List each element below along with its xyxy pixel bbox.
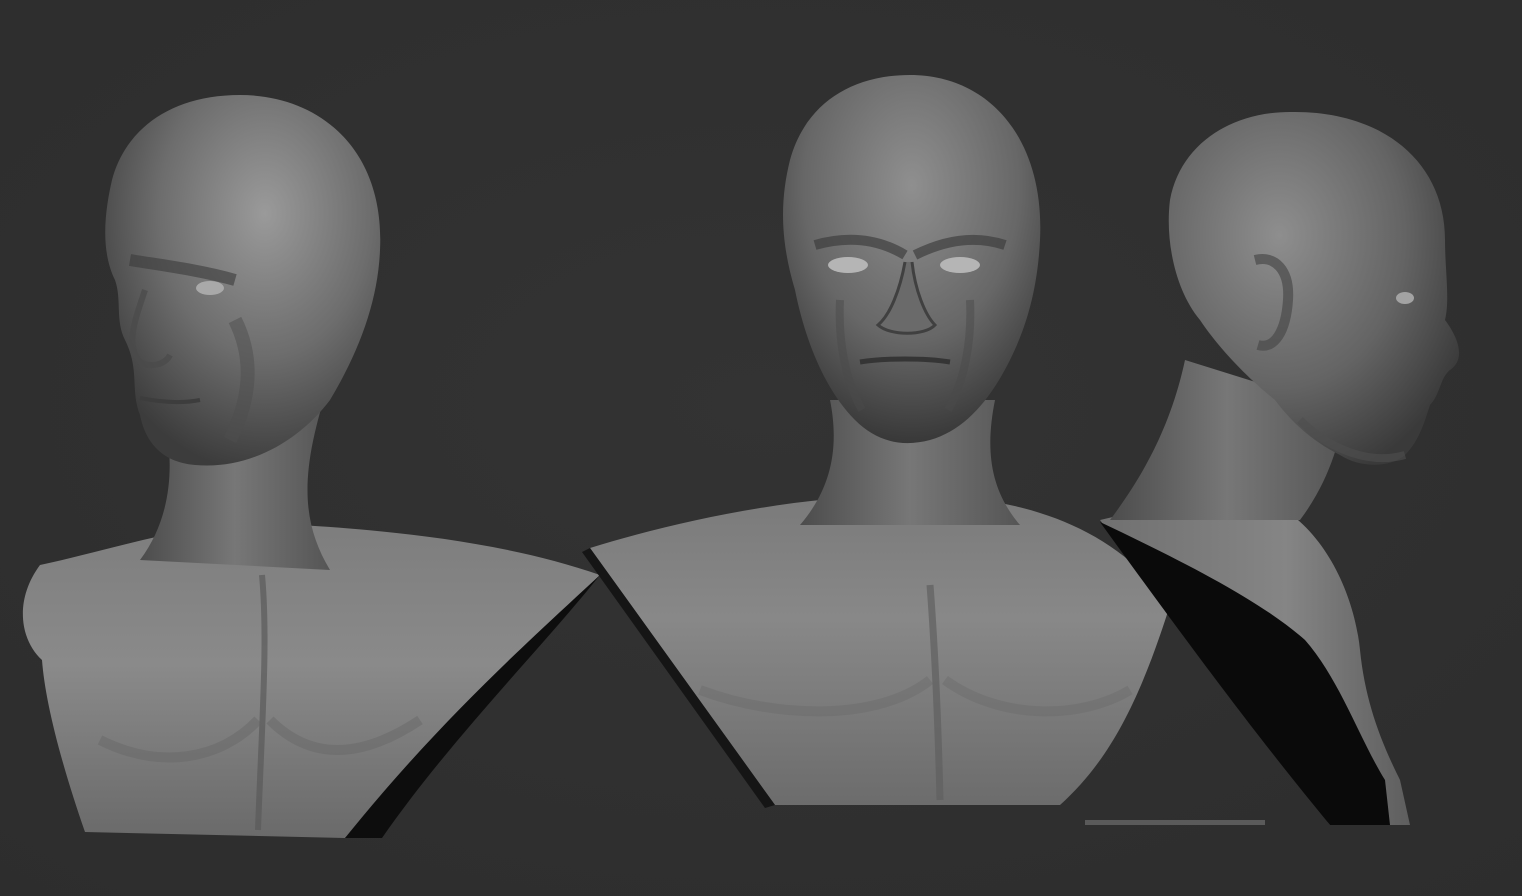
base-line-right — [1085, 820, 1265, 825]
sculpt-viewport — [0, 0, 1522, 896]
eye-left-bust — [196, 281, 224, 295]
eye-profile — [1396, 292, 1414, 304]
eye-front-left — [828, 257, 868, 273]
eye-front-right — [940, 257, 980, 273]
